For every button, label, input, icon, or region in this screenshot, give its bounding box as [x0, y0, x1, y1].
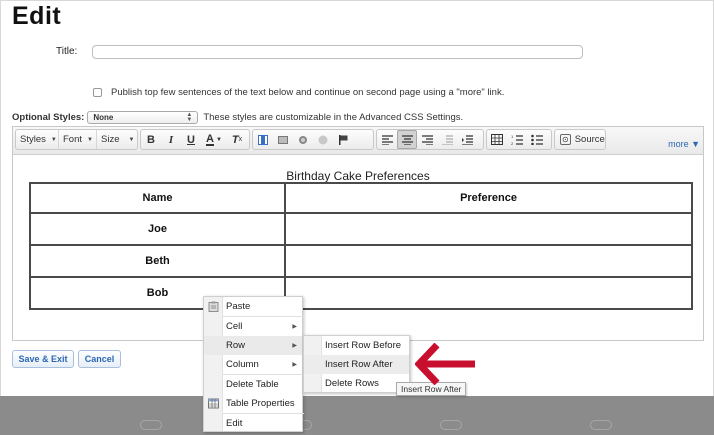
- source-label: Source: [574, 134, 605, 145]
- text-format-group: B I U A ▼ Tx: [140, 129, 250, 150]
- cake-preferences-table: Name Preference Joe Beth Bob: [29, 182, 693, 310]
- underline-button[interactable]: U: [181, 130, 201, 149]
- align-left-icon[interactable]: [377, 130, 397, 149]
- clipboard-icon: [208, 301, 219, 312]
- image-icon[interactable]: [273, 130, 293, 149]
- column-header-name[interactable]: Name: [29, 182, 286, 214]
- menu-item-delete-table[interactable]: Delete Table: [204, 375, 302, 394]
- table-caption: Birthday Cake Preferences: [286, 169, 430, 183]
- table-cell-name[interactable]: Beth: [29, 244, 286, 278]
- row-submenu: Insert Row Before Insert Row After Delet…: [303, 335, 410, 393]
- infinity-logo-icon: [140, 420, 162, 430]
- italic-button[interactable]: I: [161, 130, 181, 149]
- table-header-row: Name Preference: [29, 182, 693, 214]
- submenu-arrow-icon: ▶: [292, 343, 297, 349]
- select-arrows-icon: ▲ ▼: [186, 111, 193, 123]
- annotation-arrow-icon: [415, 343, 475, 385]
- menu-item-row[interactable]: Row ▶: [204, 336, 302, 355]
- indent-icon[interactable]: [457, 130, 477, 149]
- optional-styles-hint: These styles are customizable in the Adv…: [203, 112, 464, 123]
- column-header-preference[interactable]: Preference: [284, 182, 693, 214]
- page-title: Edit: [12, 2, 62, 30]
- menu-item-cell[interactable]: Cell ▶: [204, 317, 302, 336]
- menu-item-insert-row-after[interactable]: Insert Row After: [304, 355, 409, 374]
- anchor-flag-icon[interactable]: [333, 130, 353, 149]
- text-color-button[interactable]: A ▼: [201, 130, 227, 149]
- align-right-icon[interactable]: [417, 130, 437, 149]
- more-toggle-link[interactable]: more ▼: [668, 139, 700, 149]
- infinity-logo-icon: [440, 420, 462, 430]
- table-cell-preference[interactable]: [284, 212, 693, 246]
- publish-checkbox[interactable]: [93, 88, 102, 97]
- styles-dropdown[interactable]: Styles ▼: [16, 130, 59, 149]
- caret-down-icon: ▼: [128, 136, 135, 143]
- svg-text:1: 1: [511, 134, 514, 139]
- menu-item-paste[interactable]: Paste: [204, 297, 302, 316]
- save-exit-button[interactable]: Save & Exit: [12, 350, 74, 368]
- submenu-arrow-icon: ▶: [292, 362, 297, 368]
- format-combos: Styles ▼ Font ▼ Size ▼: [15, 129, 138, 150]
- table-row: Joe: [29, 212, 693, 246]
- bulleted-list-icon[interactable]: [527, 130, 547, 149]
- numbered-list-icon[interactable]: 12: [507, 130, 527, 149]
- remove-format-button[interactable]: Tx: [227, 130, 247, 149]
- font-dropdown[interactable]: Font ▼: [59, 130, 97, 149]
- publish-option: Publish top few sentences of the text be…: [93, 87, 504, 98]
- source-code-icon: ⊙: [560, 134, 571, 145]
- optional-styles-label: Optional Styles:: [12, 112, 85, 123]
- menu-item-edit[interactable]: Edit: [204, 414, 302, 433]
- title-input[interactable]: [92, 45, 583, 59]
- svg-text:2: 2: [511, 141, 514, 145]
- smiley-icon[interactable]: [313, 130, 333, 149]
- optional-styles-select[interactable]: None ▲ ▼: [87, 111, 199, 124]
- list-table-group: 12: [486, 129, 552, 150]
- align-center-icon[interactable]: [397, 130, 417, 149]
- infinity-logo-icon: [590, 420, 612, 430]
- insert-group: [252, 129, 374, 150]
- flash-icon[interactable]: [293, 130, 313, 149]
- table-row: Bob: [29, 276, 693, 310]
- footer-bar: [0, 396, 714, 435]
- bold-button[interactable]: B: [141, 130, 161, 149]
- table-icon: [208, 398, 219, 409]
- table-row: Beth: [29, 244, 693, 278]
- optional-styles-row: Optional Styles: None ▲ ▼ These styles ar…: [12, 111, 463, 124]
- table-icon[interactable]: [487, 130, 507, 149]
- cancel-button[interactable]: Cancel: [78, 350, 121, 368]
- table-cell-name[interactable]: Joe: [29, 212, 286, 246]
- optional-styles-value: None: [93, 113, 114, 122]
- title-label: Title:: [56, 46, 78, 57]
- table-cell-preference[interactable]: [284, 276, 693, 310]
- table-cell-preference[interactable]: [284, 244, 693, 278]
- menu-item-insert-row-before[interactable]: Insert Row Before: [304, 336, 409, 355]
- publish-label: Publish top few sentences of the text be…: [111, 87, 505, 98]
- editor-toolbar: Styles ▼ Font ▼ Size ▼ B I U A ▼ Tx 12 ⊙…: [13, 127, 703, 155]
- caret-down-icon: ▼: [216, 136, 222, 143]
- menu-item-table-properties[interactable]: Table Properties: [204, 394, 302, 413]
- menu-item-column[interactable]: Column ▶: [204, 355, 302, 374]
- caret-down-icon: ▼: [50, 136, 57, 143]
- menu-item-delete-rows[interactable]: Delete Rows: [304, 374, 409, 393]
- source-button[interactable]: ⊙ Source: [554, 129, 606, 150]
- remove-format-icon: x: [238, 136, 243, 143]
- size-dropdown[interactable]: Size ▼: [97, 130, 137, 149]
- rich-text-editor: Styles ▼ Font ▼ Size ▼ B I U A ▼ Tx 12 ⊙…: [12, 126, 704, 341]
- submenu-arrow-icon: ▶: [292, 324, 297, 330]
- caret-down-icon: ▼: [87, 136, 93, 143]
- context-menu: Paste Cell ▶ Row ▶ Column ▶ Delete Table…: [203, 296, 304, 433]
- film-icon[interactable]: [253, 130, 273, 149]
- outdent-icon[interactable]: [437, 130, 457, 149]
- alignment-group: [376, 129, 484, 150]
